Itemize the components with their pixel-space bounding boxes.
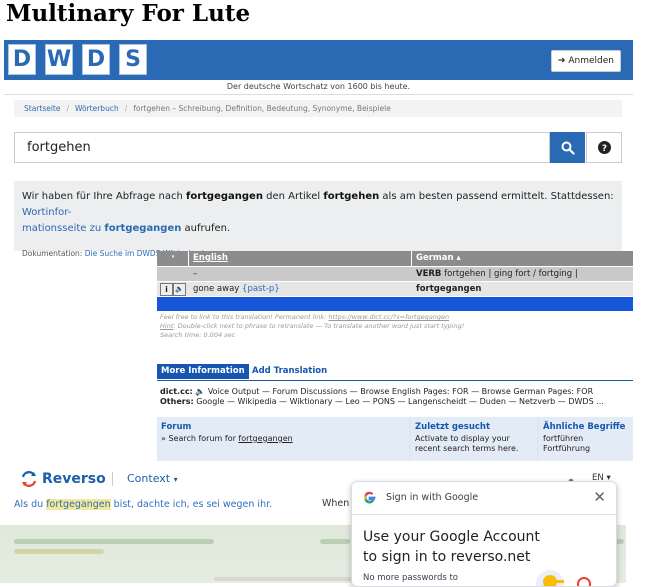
dict-info-text: Feel free to link to this translation! P…	[160, 313, 465, 339]
recent-text: Activate to display your recent search t…	[415, 434, 519, 453]
login-icon: ➔	[557, 56, 566, 66]
dictcc-panel: ▾ English German ▴ – VERB fortgehen | gi…	[157, 251, 633, 461]
tab-more-information[interactable]: More Information	[157, 364, 249, 379]
dict-tabs: More Information Add Translation	[157, 364, 633, 379]
speaker-icon[interactable]: 🔈	[173, 283, 186, 296]
info-query: fortgegangen	[185, 191, 263, 202]
divider	[112, 472, 113, 486]
forum-title: Forum	[161, 422, 192, 432]
similar-item[interactable]: fortführen	[543, 434, 629, 444]
recent-title: Zuletzt gesucht	[415, 422, 491, 432]
dict-header: ▾ English German ▴	[157, 251, 633, 266]
breadcrumb: Startseite / Wörterbuch / fortgehen – Sc…	[14, 100, 622, 117]
login-label: Anmelden	[568, 56, 614, 66]
breadcrumb-home[interactable]: Startseite	[24, 104, 60, 113]
google-popup-title: Sign in with Google	[386, 492, 479, 503]
dwds-logo-letter[interactable]: D	[8, 44, 36, 75]
table-row: – VERB fortgehen | ging fort / fortging …	[157, 267, 633, 293]
sort-toggle-icon[interactable]: ▾	[160, 253, 186, 268]
similar-title: Ähnliche Begriffe	[543, 422, 626, 432]
search-button[interactable]	[550, 132, 585, 163]
forum-search-link[interactable]: fortgegangen	[238, 434, 292, 443]
other-links[interactable]: Google — Wikipedia — Wiktionary — Leo — …	[196, 397, 604, 406]
google-signin-popup[interactable]: Sign in with Google ✕ Use your Google Ac…	[351, 481, 617, 587]
table-row: i 🔈 gone away {past-p} fortgegangen	[157, 282, 633, 296]
word-info-link[interactable]: Wortinfor-	[22, 207, 71, 218]
breadcrumb-dictionary[interactable]: Wörterbuch	[75, 104, 119, 113]
forum-column: Forum » Search forum for fortgegangen	[157, 417, 409, 461]
help-icon: ?	[597, 141, 611, 154]
key-illustration-icon	[536, 570, 591, 586]
tab-underline	[157, 380, 633, 381]
info-text: Wir haben für Ihre Abfrage nach fortgega…	[22, 191, 614, 234]
row2-english: gone away {past-p}	[193, 284, 280, 294]
similar-column: Ähnliche Begriffe fortführen Fortführung	[539, 417, 633, 461]
breadcrumb-separator: /	[124, 104, 128, 113]
login-button[interactable]: ➔ Anmelden	[550, 50, 621, 72]
breadcrumb-current: fortgehen – Schreibung, Definition, Bede…	[133, 104, 391, 113]
reverso-logo-icon	[21, 471, 37, 487]
word-info-link-cont[interactable]: mationsseite zu	[22, 223, 104, 234]
google-popup-header: Sign in with Google ✕	[352, 482, 616, 515]
dwds-logo-letter[interactable]: S	[119, 44, 147, 75]
dwds-header: D W D S ➔ Anmelden	[4, 40, 633, 80]
dict-selection-bar	[157, 297, 633, 311]
info-box: Wir haben für Ihre Abfrage nach fortgega…	[14, 181, 622, 258]
info-article: fortgehen	[323, 191, 380, 202]
close-icon[interactable]: ✕	[593, 488, 606, 506]
reverso-name: Reverso	[42, 471, 106, 487]
row2-german[interactable]: fortgegangen	[416, 282, 481, 296]
tab-add-translation[interactable]: Add Translation	[252, 364, 327, 379]
dwds-logo-letter[interactable]: D	[82, 44, 110, 75]
row1-tag: VERB	[416, 269, 442, 279]
svg-text:?: ?	[601, 144, 606, 154]
dict-links: dict.cc: 🔈 Voice Output — Forum Discussi…	[160, 387, 604, 406]
google-popup-subtext: No more passwords to	[363, 573, 458, 583]
permanent-link[interactable]: https://www.dict.cc/?s=fortgegangen	[328, 313, 449, 321]
dict-columns: Forum » Search forum for fortgegangen Zu…	[157, 417, 633, 461]
dwds-tagline: Der deutsche Wortschatz von 1600 bis heu…	[4, 80, 633, 95]
dictcc-links[interactable]: 🔈 Voice Output — Forum Discussions — Bro…	[195, 387, 593, 396]
highlighted-word: fortgegangen	[46, 499, 111, 510]
google-g-icon	[363, 491, 376, 504]
context-menu[interactable]: Context ▾	[127, 472, 178, 485]
col-english[interactable]: English	[193, 251, 228, 266]
search-icon	[561, 141, 575, 155]
google-popup-message: Use your Google Account to sign in to re…	[363, 529, 540, 565]
similar-item[interactable]: Fortführung	[543, 444, 629, 454]
info-icon[interactable]: i	[160, 283, 173, 296]
help-button[interactable]: ?	[586, 132, 622, 163]
breadcrumb-separator: /	[66, 104, 70, 113]
chevron-down-icon: ▾	[173, 475, 178, 484]
dwds-logo-letter[interactable]: W	[45, 44, 73, 75]
page-title: Multinary For Lute	[6, 0, 251, 27]
recent-column: Zuletzt gesucht Activate to display your…	[411, 417, 537, 461]
word-info-link-word[interactable]: fortgegangen	[104, 223, 181, 234]
example-sentence: Als du fortgegangen bist, dachte ich, es…	[14, 499, 273, 510]
reverso-logo[interactable]: Reverso	[20, 470, 106, 488]
row1-english: –	[193, 269, 198, 279]
search-input[interactable]	[14, 132, 550, 163]
col-german[interactable]: German ▴	[416, 251, 461, 266]
translation-preview: When	[322, 498, 350, 509]
